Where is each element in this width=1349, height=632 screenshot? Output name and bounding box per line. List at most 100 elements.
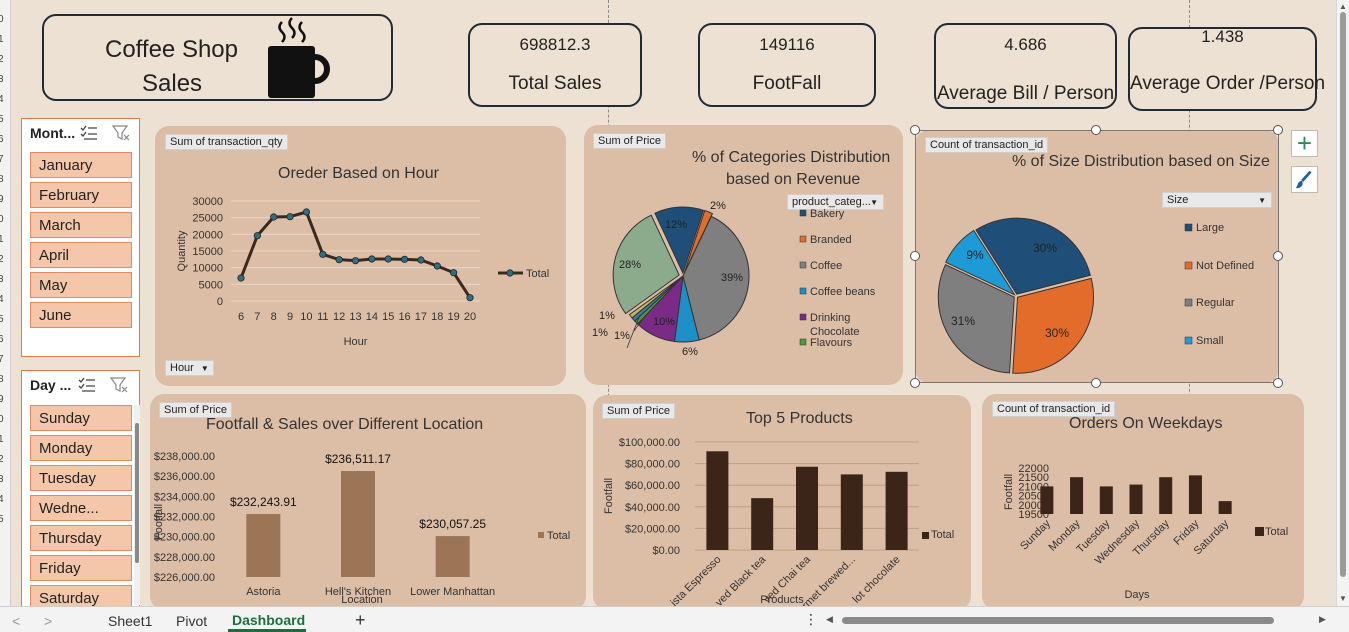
slice-label: 12%: [665, 219, 687, 231]
bar: [1218, 501, 1232, 514]
resize-handle[interactable]: [1091, 125, 1101, 135]
multi-select-icon[interactable]: [78, 377, 96, 393]
clear-filter-icon[interactable]: [110, 377, 128, 393]
row-number[interactable]: 4: [0, 294, 4, 305]
slicer-item[interactable]: Wedne...: [30, 495, 132, 521]
hour-chart-panel[interactable]: Sum of transaction_qty Oreder Based on H…: [155, 126, 566, 386]
top5-chart-panel[interactable]: Sum of Price Top 5 Products $100,000.00 $…: [593, 395, 971, 610]
hscroll-right-icon[interactable]: ▶: [1319, 614, 1326, 625]
scroll-down-icon[interactable]: ▼: [1339, 594, 1347, 603]
bar: [840, 474, 863, 550]
row-number[interactable]: 4: [0, 494, 4, 505]
tab-sheet1[interactable]: Sheet1: [108, 613, 152, 629]
tab-scroll-right-icon[interactable]: >: [44, 613, 52, 629]
resize-handle[interactable]: [1091, 378, 1101, 388]
row-number[interactable]: 2: [0, 54, 4, 65]
row-number[interactable]: 1: [0, 234, 4, 245]
slicer-item[interactable]: April: [30, 242, 132, 268]
row-number[interactable]: 3: [0, 274, 4, 285]
row-number[interactable]: 1: [0, 434, 4, 445]
slice-label: 1%: [599, 310, 615, 322]
clear-filter-icon[interactable]: [112, 125, 130, 141]
resize-handle[interactable]: [1273, 125, 1283, 135]
hour-filter-button[interactable]: Hour ▼: [165, 360, 214, 376]
row-number[interactable]: 0: [0, 14, 4, 25]
row-number[interactable]: 5: [0, 314, 4, 325]
bar: [751, 498, 774, 550]
row-number[interactable]: 8: [0, 374, 4, 385]
row-number[interactable]: 5: [0, 514, 4, 525]
horizontal-scroll-thumb[interactable]: [842, 617, 1274, 624]
bar: [1099, 486, 1113, 514]
slicer-item[interactable]: Friday: [30, 555, 132, 581]
row-number[interactable]: 6: [0, 134, 4, 145]
slice-label: 6%: [682, 346, 698, 358]
bar: [796, 466, 818, 550]
slicer-scroll-thumb[interactable]: [135, 423, 139, 563]
x-tick-label: Lower Manhattan: [410, 586, 495, 598]
resize-handle[interactable]: [910, 125, 920, 135]
row-number[interactable]: 2: [0, 454, 4, 465]
resize-handle[interactable]: [910, 251, 920, 261]
more-options-icon[interactable]: ⋮: [804, 611, 818, 628]
resize-handle[interactable]: [1273, 378, 1283, 388]
row-number[interactable]: 8: [0, 174, 4, 185]
location-chart-panel[interactable]: Sum of Price Footfall & Sales over Diffe…: [150, 394, 586, 610]
row-number[interactable]: 0: [0, 414, 4, 425]
y-tick-label: $80,000.00: [625, 459, 680, 471]
x-tick-label: 6: [238, 311, 244, 323]
x-tick-label: 16: [398, 311, 410, 323]
row-number[interactable]: 7: [0, 154, 4, 165]
row-number[interactable]: 0: [0, 214, 4, 225]
month-slicer[interactable]: Mont... January February March April May June: [21, 118, 140, 357]
y-tick-label: $100,000.00: [619, 437, 680, 449]
tab-scroll-left-icon[interactable]: <: [12, 613, 20, 629]
row-number[interactable]: 6: [0, 334, 4, 345]
weekdays-chart-panel[interactable]: Count of transaction_id Orders On Weekda…: [982, 394, 1304, 610]
slicer-item[interactable]: Monday: [30, 435, 132, 461]
x-tick-label: 18: [431, 311, 443, 323]
resize-handle[interactable]: [1273, 251, 1283, 261]
day-slicer[interactable]: Day ... Sunday Monday Tuesday Wedne... Thurs…: [21, 370, 140, 611]
slicer-item[interactable]: Sunday: [30, 405, 132, 431]
tab-pivot[interactable]: Pivot: [176, 613, 207, 629]
row-number[interactable]: 2: [0, 254, 4, 265]
row-number[interactable]: 1: [0, 34, 4, 45]
data-point: [417, 256, 425, 264]
slicer-item[interactable]: June: [30, 302, 132, 328]
title-line-2: Sales: [142, 70, 203, 97]
categories-chart-panel[interactable]: Sum of Price % of Categories Distributio…: [584, 125, 903, 385]
resize-handle[interactable]: [910, 378, 920, 388]
x-tick-label: 20: [464, 311, 476, 323]
row-number[interactable]: 7: [0, 354, 4, 365]
vertical-scrollbar[interactable]: ▲ ▼: [1336, 0, 1349, 606]
chart-styles-brush-icon[interactable]: [1291, 166, 1318, 193]
title-card: Coffee Shop Sales: [42, 14, 393, 101]
scroll-up-icon[interactable]: ▲: [1339, 2, 1347, 11]
legend-swatch: [922, 532, 929, 539]
slicer-item[interactable]: February: [30, 182, 132, 208]
hscroll-left-icon[interactable]: ◀: [826, 614, 833, 625]
row-number[interactable]: 9: [0, 194, 4, 205]
row-number[interactable]: 3: [0, 474, 4, 485]
legend-label: Coffee: [810, 260, 842, 272]
slicer-item[interactable]: March: [30, 212, 132, 238]
kpi-label: FootFall: [752, 73, 822, 94]
row-number[interactable]: 4: [0, 94, 4, 105]
slicer-item[interactable]: January: [30, 152, 132, 178]
y-tick-label: 15000: [192, 246, 223, 258]
row-number[interactable]: 9: [0, 394, 4, 405]
tab-dashboard[interactable]: Dashboard: [232, 612, 305, 628]
legend-swatch: [799, 313, 807, 321]
add-sheet-button[interactable]: +: [355, 610, 366, 631]
slicer-item[interactable]: Thursday: [30, 525, 132, 551]
slicer-item[interactable]: May: [30, 272, 132, 298]
row-number[interactable]: 5: [0, 114, 4, 125]
kpi-value: 1.438: [1201, 27, 1244, 46]
data-point: [270, 213, 278, 221]
chart-elements-button[interactable]: +: [1291, 130, 1318, 157]
row-number[interactable]: 3: [0, 74, 4, 85]
multi-select-icon[interactable]: [80, 125, 98, 141]
slicer-item[interactable]: Tuesday: [30, 465, 132, 491]
scroll-thumb[interactable]: [1340, 12, 1346, 577]
